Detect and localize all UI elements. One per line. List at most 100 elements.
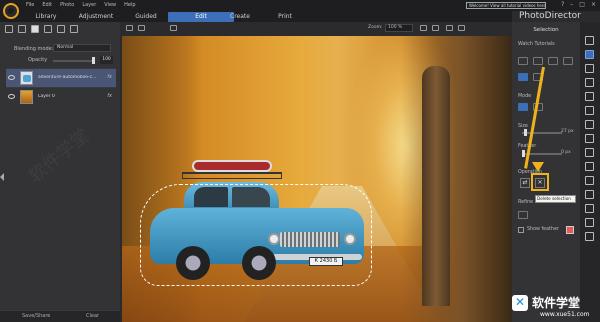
tab-library[interactable]: Library (28, 12, 64, 22)
layer-row[interactable]: Layer 0 fx (6, 87, 116, 106)
layer-thumbnail (20, 71, 33, 85)
site-url: www.xue51.com (540, 311, 590, 318)
site-watermark: 软件学堂 www.xue51.com (510, 292, 600, 322)
ellipse-select-icon[interactable] (533, 57, 543, 65)
shape-tool-icon[interactable] (585, 176, 594, 185)
merge-icon[interactable] (57, 25, 65, 33)
app-logo-icon (3, 3, 19, 19)
tab-guided[interactable]: Guided (128, 12, 164, 22)
new-layer-icon[interactable] (5, 25, 13, 33)
crop-tool-icon[interactable] (585, 134, 594, 143)
title-bar: File Edit Photo Layer View Help Welcome!… (0, 0, 600, 11)
layer-style-icon[interactable] (44, 25, 52, 33)
welcome-banner[interactable]: Welcome! View all tutorial videos here! (466, 2, 546, 9)
clone-tool-icon[interactable] (585, 218, 594, 227)
menu-photo[interactable]: Photo (60, 2, 74, 8)
close-button[interactable]: × (591, 1, 596, 8)
feather-slider-handle[interactable] (522, 150, 525, 157)
zoom-in-icon[interactable] (432, 25, 439, 31)
blur-tool-icon[interactable] (585, 204, 594, 213)
photodirector-window: File Edit Photo Layer View Help Welcome!… (0, 0, 600, 322)
menu-file[interactable]: File (26, 2, 34, 8)
layer-thumbnail (20, 90, 33, 104)
zoom-out-icon[interactable] (420, 25, 427, 31)
layers-panel: Blending mode: Normal Opacity 100 advent… (0, 22, 120, 322)
pointer-tool-icon[interactable] (585, 36, 594, 45)
feather-value[interactable]: 0 px (561, 150, 571, 155)
help-button[interactable]: ? (561, 1, 564, 8)
menu-bar: File Edit Photo Layer View Help (26, 2, 136, 8)
layer-fx-button[interactable]: fx (107, 93, 112, 99)
size-slider-handle[interactable] (524, 129, 527, 136)
hand-tool-icon[interactable] (446, 25, 453, 31)
pen-tool-icon[interactable] (585, 78, 594, 87)
menu-edit[interactable]: Edit (42, 2, 52, 8)
blending-mode-select[interactable]: Normal (53, 44, 111, 52)
menu-view[interactable]: View (104, 2, 116, 8)
visibility-eye-icon[interactable] (8, 75, 15, 80)
mode-add-icon[interactable] (518, 103, 528, 111)
selection-panel: Selection Watch Tutorials Mode Size 27 p… (512, 22, 580, 322)
polygon-lasso-icon[interactable] (563, 57, 573, 65)
layer-fx-button[interactable]: fx (107, 74, 112, 80)
size-value[interactable]: 27 px (561, 129, 574, 134)
feather-color-swatch[interactable] (566, 226, 574, 234)
opacity-slider[interactable] (53, 60, 95, 62)
eyedropper-tool-icon[interactable] (585, 162, 594, 171)
photo-canvas[interactable]: К 2430 Б (122, 36, 511, 322)
smart-brush-icon[interactable] (518, 73, 528, 81)
invert-selection-icon[interactable]: ⇄ (520, 178, 530, 188)
menu-help[interactable]: Help (124, 2, 135, 8)
mode-label: Mode (518, 94, 532, 99)
mask-icon[interactable] (31, 25, 39, 33)
dropdown-chevron-icon[interactable] (138, 25, 145, 31)
tab-create[interactable]: Create (222, 12, 258, 22)
selection-tool-icon[interactable] (585, 50, 594, 59)
minimize-button[interactable]: – (570, 1, 573, 8)
canvas-toolbar: Zoom: 100 % (120, 22, 512, 34)
layer-row[interactable]: adventure-automobile-c... fx (6, 68, 116, 87)
layer-name: adventure-automobile-c... (38, 75, 96, 80)
refine-label: Refine (518, 200, 534, 205)
layer-name: Layer 0 (38, 94, 55, 99)
opacity-label: Opacity (28, 57, 48, 63)
tab-print[interactable]: Print (270, 12, 300, 22)
grid-icon[interactable] (126, 25, 133, 31)
duplicate-layer-icon[interactable] (18, 25, 26, 33)
opacity-slider-handle[interactable] (92, 57, 95, 64)
delete-layer-icon[interactable] (70, 25, 78, 33)
fit-view-icon[interactable] (458, 25, 465, 31)
tab-adjustment[interactable]: Adjustment (72, 12, 120, 22)
rect-select-icon[interactable] (518, 57, 528, 65)
collapse-left-arrow-icon[interactable] (0, 173, 4, 181)
show-feather-label: Show feather (527, 227, 559, 232)
hand-tool-icon[interactable] (585, 148, 594, 157)
refine-brush-icon[interactable] (518, 211, 528, 219)
wand-tool-icon[interactable] (585, 106, 594, 115)
site-name: 软件学堂 (532, 296, 581, 310)
size-slider[interactable] (522, 132, 562, 134)
text-tool-icon[interactable] (585, 120, 594, 129)
dodge-tool-icon[interactable] (585, 190, 594, 199)
selection-outline[interactable] (140, 184, 372, 286)
clear-button[interactable]: Clear (86, 313, 99, 319)
menu-layer[interactable]: Layer (82, 2, 96, 8)
save-share-button[interactable]: Save/Share (22, 313, 50, 319)
watch-tutorials-link[interactable]: Watch Tutorials (518, 42, 555, 47)
site-logo-icon (512, 295, 528, 311)
gradient-tool-icon[interactable] (585, 232, 594, 241)
visibility-eye-icon[interactable] (8, 94, 15, 99)
layers-toolbar (0, 22, 120, 36)
brush-tool-icon[interactable] (585, 64, 594, 73)
forest-right (401, 36, 511, 322)
maximize-button[interactable]: □ (579, 1, 585, 8)
zoom-select[interactable]: 100 % (385, 24, 413, 32)
zoom-label: Zoom: (368, 25, 383, 30)
view-mode-icon[interactable] (170, 25, 177, 31)
roof-tire (192, 160, 272, 172)
lasso-icon[interactable] (548, 57, 558, 65)
roof-rack (182, 172, 282, 179)
eraser-tool-icon[interactable] (585, 92, 594, 101)
opacity-input[interactable]: 100 (100, 56, 113, 64)
show-feather-checkbox[interactable] (518, 227, 524, 233)
